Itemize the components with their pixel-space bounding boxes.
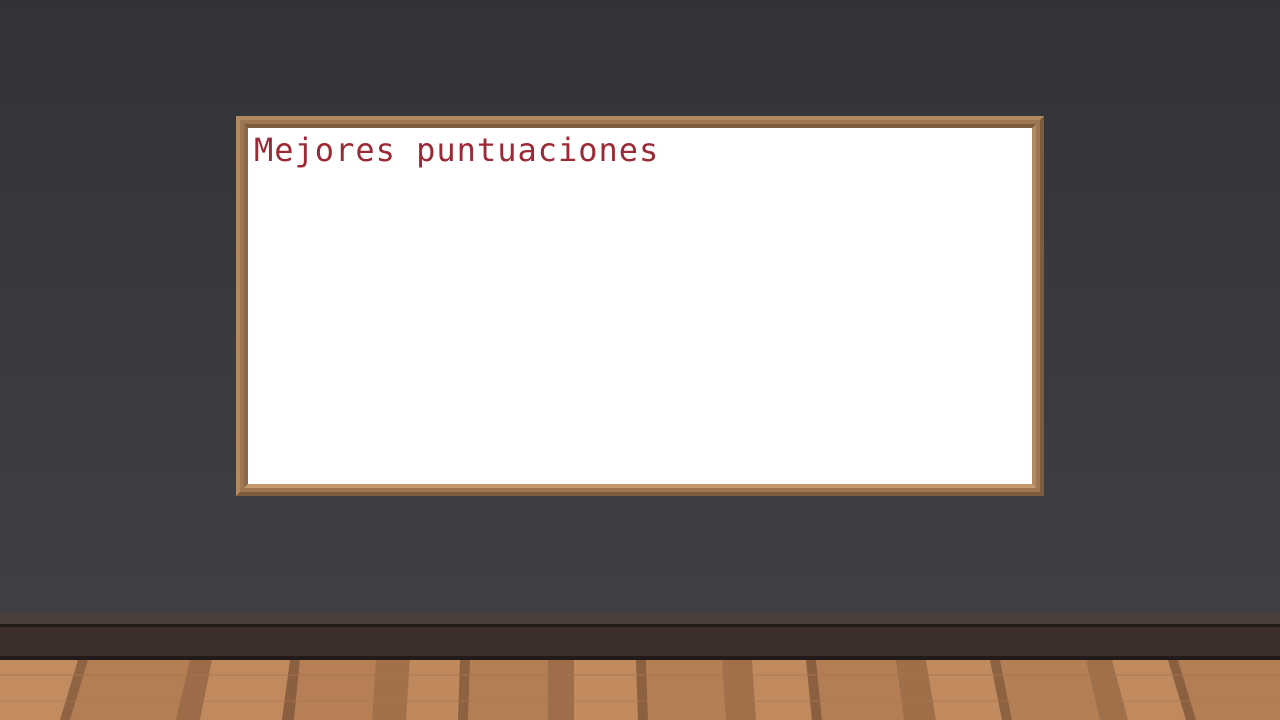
baseboard [0, 627, 1280, 656]
scoreboard-title: Mejores puntuaciones [254, 131, 660, 169]
game-scene: Mejores puntuaciones [0, 0, 1280, 720]
baseboard-trim [0, 612, 1280, 624]
scoreboard-panel: Mejores puntuaciones [244, 124, 1036, 488]
floor-planks [0, 660, 1280, 720]
scoreboard-frame: Mejores puntuaciones [236, 116, 1044, 496]
wooden-floor [0, 660, 1280, 720]
